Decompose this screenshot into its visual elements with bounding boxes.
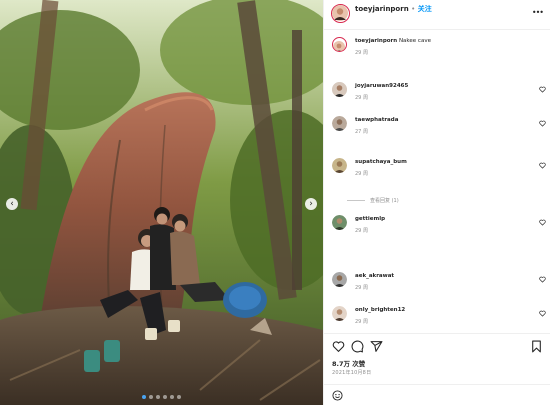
comment-avatar[interactable] (332, 272, 347, 287)
comment-body: joyjaruwan92465 29 周 (355, 82, 531, 102)
post-header: toeyjarinporn • 关注 ••• (324, 0, 550, 30)
caption-time: 29 周 (355, 50, 368, 56)
author-line: toeyjarinporn • 关注 (355, 4, 432, 14)
carousel-dot (149, 395, 153, 399)
more-icon[interactable]: ••• (532, 8, 544, 17)
caption-body: toeyjarinporn Nakee cave 29 周 (355, 37, 531, 57)
comment-avatar[interactable] (332, 82, 347, 97)
comments-list[interactable]: toeyjarinporn Nakee cave 29 周 joyjaruwan… (324, 30, 550, 333)
avatar-image (332, 215, 347, 230)
share-icon[interactable] (370, 340, 383, 353)
caption-text: Nakee cave (398, 38, 431, 44)
comment-meta: 29 周 (355, 95, 368, 101)
post-actions: 8.7万 次赞 2021年10月8日 (324, 333, 550, 405)
carousel-dots (0, 395, 323, 399)
carousel-dot (163, 395, 167, 399)
comment-icon[interactable] (351, 340, 364, 353)
comment-body: aek_akrawat 29 周 (355, 272, 531, 292)
comment-username[interactable]: gettiemlp (355, 216, 385, 222)
heart-icon[interactable] (539, 162, 546, 169)
post-photo[interactable]: ‹ › (0, 0, 323, 405)
avatar-image (332, 5, 348, 21)
follow-button[interactable]: 关注 (418, 5, 432, 13)
avatar-image (333, 41, 345, 51)
comment-body: supatchaya_bum 29 周 (355, 158, 531, 178)
chevron-left-icon[interactable]: ‹ (6, 198, 18, 210)
comment-avatar[interactable] (332, 116, 347, 131)
comment-meta: 29 周 (355, 319, 368, 325)
bookmark-icon[interactable] (530, 340, 543, 353)
carousel-dot (177, 395, 181, 399)
replies-divider (347, 200, 365, 201)
heart-icon[interactable] (539, 219, 546, 226)
avatar-image (332, 272, 347, 287)
heart-icon[interactable] (539, 276, 546, 283)
comment-username[interactable]: supatchaya_bum (355, 159, 407, 165)
chevron-right-icon[interactable]: › (305, 198, 317, 210)
author-username[interactable]: toeyjarinporn (355, 5, 409, 13)
separator-dot: • (411, 5, 416, 13)
view-replies-label[interactable]: 查看回复 (1) (370, 198, 399, 204)
comment-meta: 27 周 (355, 129, 368, 135)
carousel-dot (170, 395, 174, 399)
heart-icon[interactable] (539, 120, 546, 127)
comment-body: gettiemlp 29 周 (355, 215, 531, 235)
caption-username[interactable]: toeyjarinporn (355, 38, 397, 44)
comment-username[interactable]: aek_akrawat (355, 273, 394, 279)
comment-avatar[interactable] (332, 158, 347, 173)
comment-meta: 29 周 (355, 228, 368, 234)
photo-scene (0, 0, 323, 405)
author-avatar[interactable] (331, 4, 350, 23)
avatar-image (332, 158, 347, 173)
post-date: 2021年10月8日 (332, 370, 372, 376)
comment-avatar[interactable] (332, 306, 347, 321)
comment-body: only_brighten12 29 周 (355, 306, 531, 326)
carousel-dot (142, 395, 146, 399)
comment-meta: 29 周 (355, 285, 368, 291)
view-replies-button[interactable]: 查看回复 (1) (347, 197, 523, 204)
avatar-image (332, 306, 347, 321)
comment-username[interactable]: taewphatrada (355, 117, 398, 123)
post-panel: toeyjarinporn • 关注 ••• toeyjarinporn Nak… (323, 0, 550, 405)
comment-username[interactable]: only_brighten12 (355, 307, 405, 313)
carousel-dot (156, 395, 160, 399)
comment-meta: 29 周 (355, 171, 368, 177)
comment-avatar[interactable] (332, 215, 347, 230)
avatar-image (332, 116, 347, 131)
author-avatar[interactable] (332, 37, 347, 52)
likes-count[interactable]: 8.7万 次赞 (332, 358, 365, 368)
add-comment-bar (324, 384, 550, 405)
avatar-image (332, 82, 347, 97)
heart-icon[interactable] (332, 340, 345, 353)
emoji-icon[interactable] (332, 390, 343, 401)
comment-body: taewphatrada 27 周 (355, 116, 531, 136)
heart-icon[interactable] (539, 86, 546, 93)
comment-username[interactable]: joyjaruwan92465 (355, 83, 408, 89)
heart-icon[interactable] (539, 310, 546, 317)
